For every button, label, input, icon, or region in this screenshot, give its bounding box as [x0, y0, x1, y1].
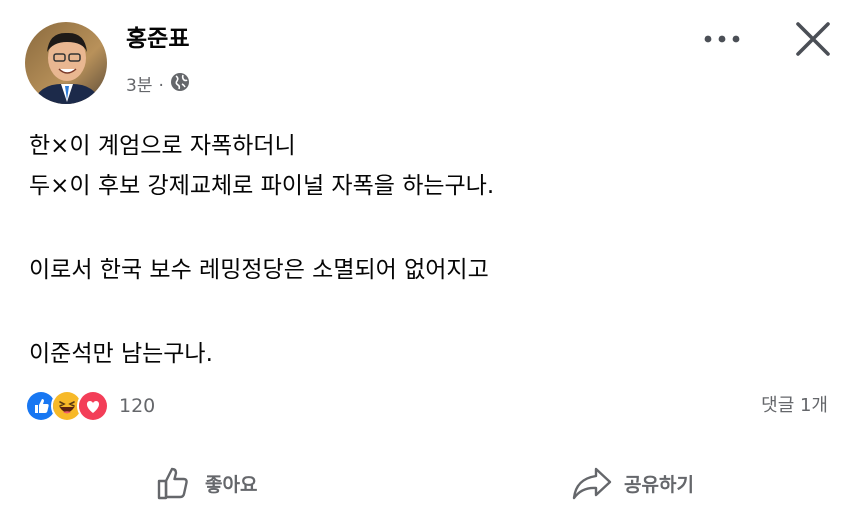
post-text: 한×이 계엄으로 자폭하더니 두×이 후보 강제교체로 파이널 자폭을 하는구나… [29, 126, 829, 374]
post-line: 이준석만 남는구나. [29, 341, 213, 367]
share-button[interactable]: 공유하기 [570, 458, 694, 508]
close-icon [796, 22, 830, 56]
post-meta: 3분 · [126, 72, 190, 100]
author-name[interactable]: 홍준표 [126, 24, 189, 54]
like-button[interactable]: 좋아요 [155, 458, 257, 508]
like-button-label: 좋아요 [205, 473, 258, 496]
meta-separator: · [158, 76, 164, 96]
reaction-count[interactable]: 120 [119, 395, 155, 417]
share-arrow-icon [572, 467, 612, 500]
thumbs-up-outline-icon [157, 467, 188, 500]
more-options-button[interactable] [700, 24, 744, 54]
post-time[interactable]: 3분 [126, 73, 152, 99]
post-line: 이로서 한국 보수 레밍정당은 소멸되어 없어지고 [29, 257, 489, 283]
close-button[interactable] [792, 18, 834, 60]
comment-count[interactable]: 댓글 1개 [761, 392, 828, 420]
post-line: 두×이 후보 강제교체로 파이널 자폭을 하는구나. [29, 173, 495, 199]
reactions-summary[interactable]: 120 [25, 389, 155, 423]
author-avatar[interactable] [25, 22, 107, 104]
love-reaction-icon [77, 390, 109, 422]
globe-icon[interactable] [170, 72, 190, 100]
more-horizontal-icon [704, 35, 740, 43]
share-button-label: 공유하기 [624, 473, 694, 496]
post-line: 한×이 계엄으로 자폭하더니 [29, 133, 296, 159]
